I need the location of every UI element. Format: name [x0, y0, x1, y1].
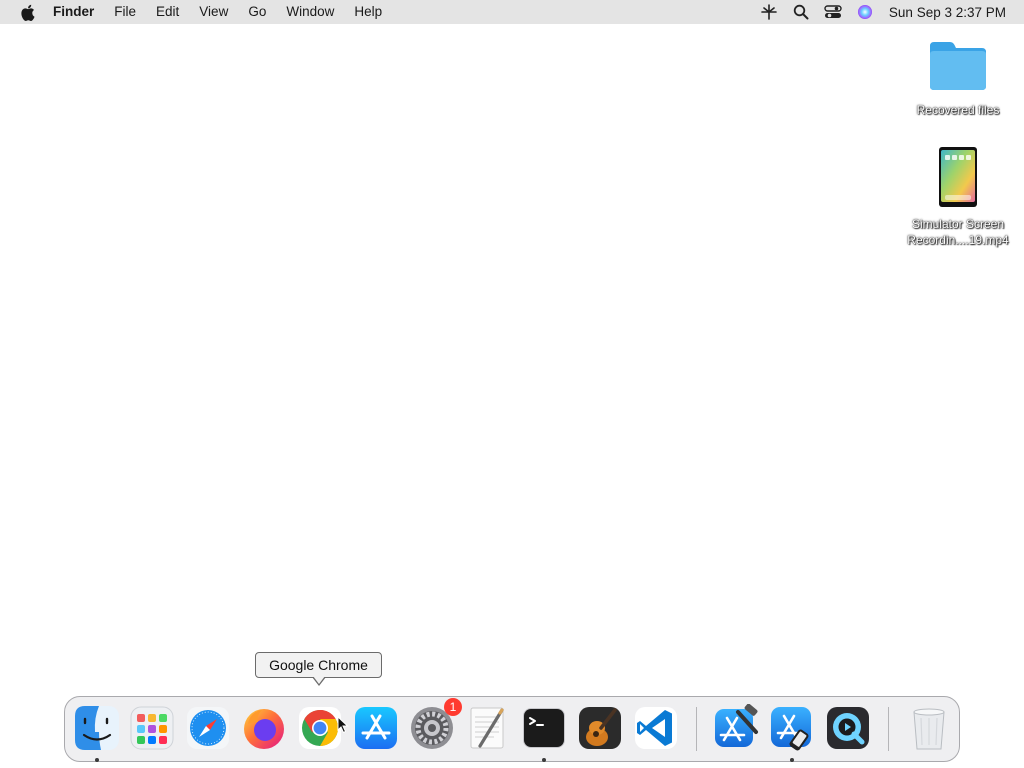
dock-app-quicktime-player[interactable] — [824, 704, 872, 752]
safari-icon — [187, 707, 229, 749]
desktop-item-label: Recovered files — [916, 103, 1000, 117]
menu-edit[interactable]: Edit — [146, 0, 189, 24]
xcode-icon — [715, 704, 758, 747]
trash-icon — [913, 708, 945, 750]
dock-app-launchpad[interactable] — [128, 704, 176, 752]
network-icon[interactable] — [760, 3, 778, 21]
dock-app-trash[interactable] — [905, 704, 953, 752]
dock-app-finder[interactable] — [73, 704, 121, 752]
dock-app-simulator[interactable] — [768, 704, 816, 752]
dock-app-firefox[interactable] — [240, 704, 288, 752]
apple-menu-icon[interactable] — [19, 4, 35, 21]
dock-app-terminal[interactable] — [520, 704, 568, 752]
desktop-item-recovered-files[interactable]: Recovered files — [900, 36, 1016, 118]
mouse-cursor-icon — [337, 715, 349, 734]
garageband-icon — [579, 707, 621, 749]
dock-separator — [888, 707, 889, 751]
dock-app-xcode[interactable] — [712, 704, 760, 752]
terminal-icon — [523, 708, 565, 748]
spotlight-search-icon[interactable] — [792, 3, 810, 21]
dock-app-visual-studio-code[interactable] — [632, 704, 680, 752]
video-file-icon — [938, 146, 978, 208]
control-center-icon[interactable] — [824, 3, 842, 21]
dock-app-system-settings[interactable]: 1 — [408, 698, 462, 752]
textedit-icon — [470, 707, 504, 749]
desktop-item-label-line-1: Simulator Screen — [911, 217, 1005, 231]
simulator-icon — [771, 707, 811, 751]
menu-go[interactable]: Go — [238, 0, 276, 24]
desktop-item-simulator-recording[interactable]: Simulator Screen Recordin....19.mp4 — [900, 146, 1016, 248]
quicktime-icon — [827, 707, 869, 749]
notification-badge: 1 — [444, 698, 462, 716]
menu-window[interactable]: Window — [276, 0, 344, 24]
running-indicator — [542, 758, 546, 762]
desktop-item-label-line-2: Recordin....19.mp4 — [907, 233, 1009, 247]
menu-bar: Finder File Edit View Go Window Help Sun… — [0, 0, 1024, 24]
finder-icon — [75, 706, 119, 750]
menu-view[interactable]: View — [189, 0, 238, 24]
dock: 1 — [64, 696, 960, 762]
dock-app-app-store[interactable] — [352, 704, 400, 752]
menu-bar-clock[interactable]: Sun Sep 3 2:37 PM — [889, 5, 1006, 20]
dock-separator — [696, 707, 697, 751]
menu-finder[interactable]: Finder — [53, 0, 104, 24]
firefox-icon — [244, 709, 284, 749]
app-store-icon — [355, 707, 397, 749]
siri-icon[interactable] — [856, 3, 874, 21]
dock-app-safari[interactable] — [184, 704, 232, 752]
dock-app-garageband[interactable] — [576, 704, 624, 752]
dock-tooltip: Google Chrome — [255, 652, 382, 678]
menu-file[interactable]: File — [104, 0, 146, 24]
running-indicator — [95, 758, 99, 762]
dock-tooltip-arrow — [312, 676, 326, 686]
running-indicator — [790, 758, 794, 762]
vscode-icon — [635, 707, 677, 749]
folder-icon — [926, 36, 990, 96]
launchpad-icon — [130, 706, 174, 750]
menu-help[interactable]: Help — [344, 0, 392, 24]
dock-app-textedit[interactable] — [464, 704, 512, 752]
